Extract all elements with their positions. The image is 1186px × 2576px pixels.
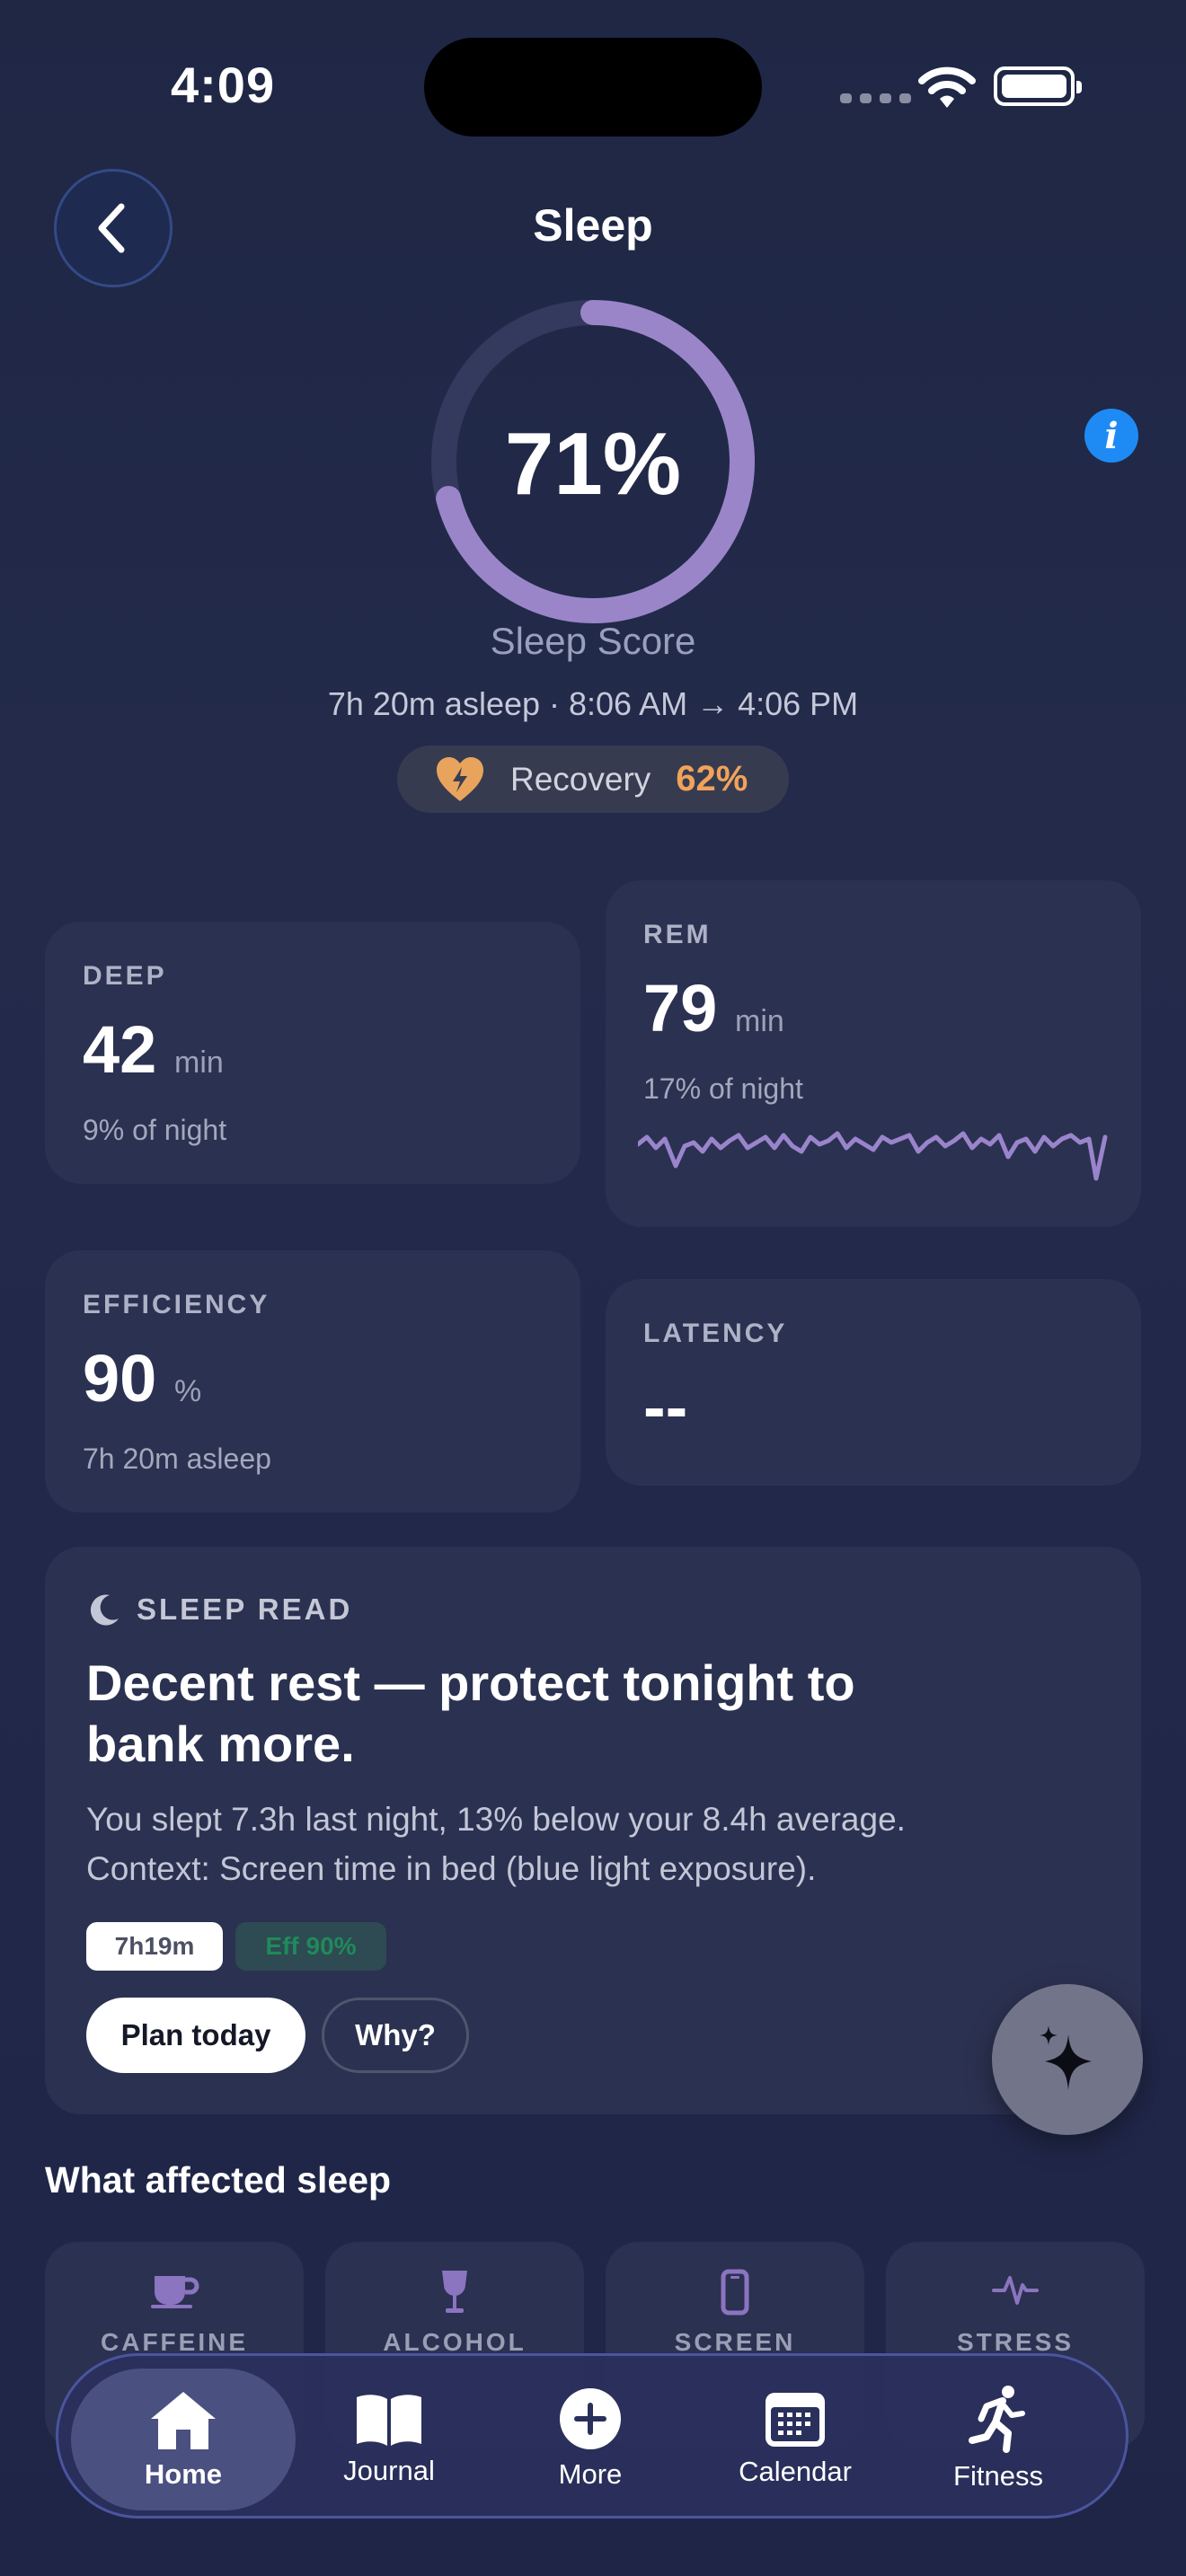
sleep-summary: 7h 20m asleep · 8:06 AM → 4:06 PM [327, 685, 859, 722]
efficiency-chip: Eff 90% [235, 1922, 386, 1971]
ai-assistant-button[interactable] [992, 1984, 1143, 2135]
page-title: Sleep [533, 200, 653, 251]
sleep-read-body-2: Context: Screen time in bed (blue light … [86, 1850, 817, 1887]
runner-icon [969, 2386, 1025, 2453]
phone-icon [721, 2269, 749, 2316]
rem-value: 79 [643, 971, 718, 1045]
tab-label: Calendar [739, 2456, 852, 2487]
deep-sleep-card[interactable]: DEEP 42 min 9% of night [45, 922, 580, 1184]
heart-bolt-icon [437, 756, 483, 801]
tab-calendar[interactable]: Calendar [705, 2356, 885, 2521]
tab-bar: Home Journal More Calendar Fitness [56, 2353, 1128, 2519]
rem-sparkline [638, 1131, 1108, 1181]
rem-unit: min [735, 1004, 784, 1038]
coffee-cup-icon [151, 2276, 199, 2308]
sparkles-icon [1040, 2025, 1092, 2090]
deep-sub: 9% of night [83, 1114, 227, 1146]
sleep-score-label: Sleep Score [490, 620, 696, 662]
latency-value: -- [643, 1370, 688, 1444]
battery-icon [994, 66, 1082, 106]
recovery-badge: Recovery 62% [397, 745, 789, 813]
efficiency-sub: 7h 20m asleep [83, 1442, 271, 1475]
efficiency-unit: % [174, 1374, 202, 1408]
efficiency-kicker: EFFICIENCY [83, 1290, 270, 1319]
recovery-label: Recovery [510, 760, 651, 798]
status-time: 4:09 [171, 57, 276, 113]
affected-section-title: What affected sleep [45, 2159, 392, 2201]
cellular-signal-icon [840, 93, 911, 103]
moon-icon [90, 1594, 119, 1626]
tab-fitness[interactable]: Fitness [908, 2356, 1088, 2521]
efficiency-value: 90 [83, 1341, 157, 1416]
pulse-icon [992, 2276, 1039, 2305]
deep-value: 42 [83, 1012, 157, 1087]
deep-kicker: DEEP [83, 961, 167, 991]
wine-glass-icon [442, 2271, 467, 2313]
sleep-read-card: SLEEP READ Decent rest — protect tonight… [45, 1547, 1141, 2114]
tab-label: Fitness [953, 2460, 1043, 2492]
deep-unit: min [174, 1045, 224, 1080]
efficiency-card[interactable]: EFFICIENCY 90 % 7h 20m asleep [45, 1250, 580, 1513]
sleep-read-headline-1: Decent rest — protect tonight to [86, 1654, 855, 1711]
plus-circle-icon [560, 2388, 621, 2449]
wifi-icon [918, 66, 976, 108]
tab-more[interactable]: More [500, 2356, 680, 2521]
why-button[interactable]: Why? [322, 1998, 469, 2073]
duration-chip: 7h19m [86, 1922, 223, 1971]
latency-card[interactable]: LATENCY -- [606, 1279, 1141, 1486]
sleep-score-value: 71% [504, 414, 682, 513]
dynamic-island [424, 38, 762, 137]
plan-today-button[interactable]: Plan today [86, 1998, 305, 2073]
book-icon [357, 2395, 421, 2446]
rem-sleep-card[interactable]: REM 79 min 17% of night [606, 880, 1141, 1227]
sleep-read-body-1: You slept 7.3h last night, 13% below you… [86, 1801, 906, 1838]
calendar-icon [766, 2393, 825, 2447]
tab-label: Journal [343, 2455, 435, 2486]
tab-home[interactable]: Home [71, 2369, 296, 2510]
tab-label: More [558, 2458, 623, 2490]
tab-journal[interactable]: Journal [299, 2356, 479, 2521]
sleep-read-headline-2: bank more. [86, 1716, 355, 1772]
recovery-value: 62% [676, 759, 748, 798]
tab-label: Home [144, 2458, 223, 2490]
latency-kicker: LATENCY [643, 1319, 788, 1348]
rem-kicker: REM [643, 920, 712, 949]
rem-sub: 17% of night [643, 1072, 803, 1105]
sleep-read-kicker: SLEEP READ [137, 1592, 353, 1626]
home-icon [151, 2392, 216, 2449]
